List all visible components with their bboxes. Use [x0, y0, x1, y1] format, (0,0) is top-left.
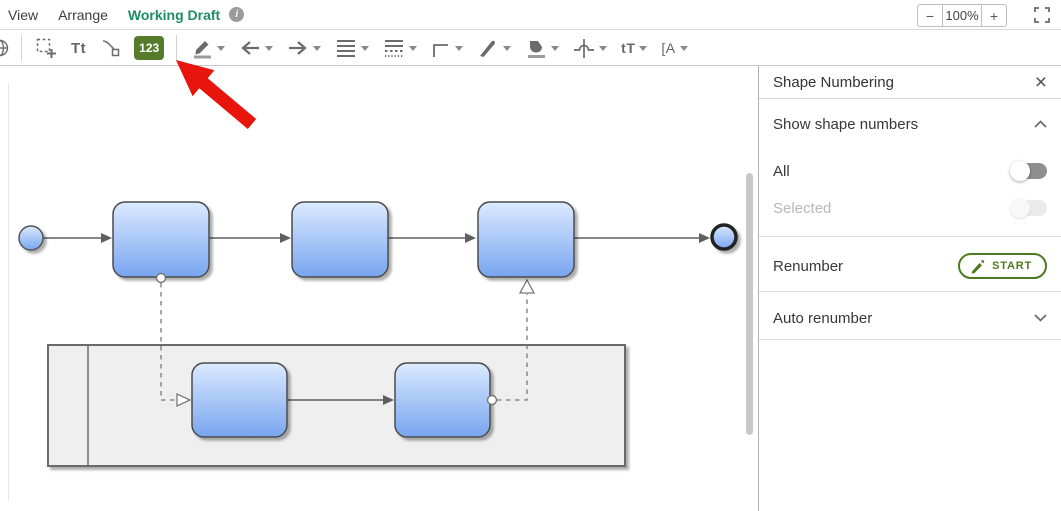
- panel-title: Shape Numbering: [773, 74, 1035, 91]
- toolbar-separator: [21, 35, 22, 61]
- task-2[interactable]: [292, 202, 388, 277]
- task-3[interactable]: [478, 202, 574, 277]
- fill-color-icon[interactable]: [525, 37, 559, 59]
- arrow-end-icon[interactable]: [287, 38, 321, 58]
- dropdown-caret: [599, 46, 607, 51]
- select-add-icon[interactable]: [36, 38, 57, 59]
- divider: [759, 236, 1061, 237]
- globe-icon[interactable]: [0, 39, 9, 57]
- zoom-out-button[interactable]: −: [918, 5, 942, 26]
- info-icon[interactable]: i: [229, 7, 244, 22]
- task-1[interactable]: [113, 202, 209, 277]
- panel-header: Shape Numbering ×: [759, 66, 1061, 99]
- toggle-knob: [1010, 161, 1030, 181]
- zoom-in-button[interactable]: +: [982, 5, 1006, 26]
- menu-view[interactable]: View: [8, 7, 38, 23]
- dropdown-caret: [313, 46, 321, 51]
- toggle-selected-label: Selected: [773, 200, 1012, 217]
- zoom-controls: − 100% +: [917, 4, 1007, 27]
- diagram-editor-app: View Arrange Working Draft i − 100% +: [0, 0, 1061, 511]
- connector-endpoint-1[interactable]: [157, 274, 166, 283]
- zoom-level[interactable]: 100%: [942, 5, 982, 26]
- dashed-connector-2-arrowhead: [520, 280, 534, 293]
- divider: [759, 339, 1061, 340]
- connector-endpoint-2[interactable]: [488, 396, 497, 405]
- pool-container[interactable]: [48, 345, 625, 466]
- row-all: All: [759, 156, 1061, 186]
- chevron-up-icon: [1034, 120, 1047, 128]
- pool-task-2[interactable]: [395, 363, 490, 437]
- edge-color-icon[interactable]: [191, 37, 225, 59]
- line-end-style-icon[interactable]: [383, 38, 417, 58]
- font-size-icon[interactable]: tT: [621, 40, 647, 56]
- dropdown-caret: [455, 46, 463, 51]
- fullscreen-icon[interactable]: [1034, 7, 1050, 23]
- diagram-canvas[interactable]: [0, 67, 758, 511]
- section-label: Auto renumber: [773, 310, 1034, 327]
- dropdown-caret: [409, 46, 417, 51]
- dropdown-caret: [217, 46, 225, 51]
- menu-bar: View Arrange Working Draft i − 100% +: [0, 0, 1061, 30]
- menu-arrange[interactable]: Arrange: [58, 7, 108, 23]
- dropdown-caret: [680, 46, 688, 51]
- pencil-icon: [970, 258, 986, 274]
- dropdown-caret: [361, 46, 369, 51]
- dropdown-caret: [265, 46, 273, 51]
- divider: [759, 291, 1061, 292]
- line-start-style-icon[interactable]: [335, 38, 369, 58]
- pen-icon[interactable]: [477, 37, 511, 59]
- renumber-label: Renumber: [773, 258, 958, 275]
- dropdown-caret: [551, 46, 559, 51]
- line-jumps-icon[interactable]: [573, 37, 607, 59]
- toggle-knob: [1010, 198, 1030, 218]
- close-icon[interactable]: ×: [1035, 72, 1047, 93]
- row-selected: Selected: [759, 193, 1061, 223]
- text-format-icon[interactable]: [A: [661, 40, 687, 56]
- shape-numbering-toolbar-button[interactable]: 123: [134, 36, 164, 60]
- dropdown-caret: [503, 46, 511, 51]
- start-button-label: START: [992, 260, 1032, 272]
- toggle-all[interactable]: [1012, 163, 1047, 179]
- font-icon[interactable]: Tt: [71, 40, 86, 57]
- section-label: Show shape numbers: [773, 116, 1034, 133]
- vertical-scrollbar[interactable]: [746, 173, 753, 435]
- section-show-shape-numbers[interactable]: Show shape numbers: [759, 110, 1061, 138]
- connector-style-icon[interactable]: [431, 38, 463, 58]
- shape-numbering-panel: Shape Numbering × Show shape numbers All…: [758, 66, 1061, 511]
- menu-working-draft[interactable]: Working Draft: [128, 7, 220, 23]
- toggle-selected[interactable]: [1012, 200, 1047, 216]
- arrow-start-icon[interactable]: [239, 38, 273, 58]
- end-event[interactable]: [712, 225, 736, 249]
- row-renumber: Renumber START: [759, 246, 1061, 286]
- section-auto-renumber[interactable]: Auto renumber: [759, 301, 1061, 335]
- chevron-down-icon: [1034, 314, 1047, 322]
- pool-task-1[interactable]: [192, 363, 287, 437]
- toolbar: Tt 123: [0, 31, 1061, 66]
- waypoints-icon[interactable]: [100, 38, 120, 58]
- renumber-start-button[interactable]: START: [958, 253, 1047, 279]
- dropdown-caret: [639, 46, 647, 51]
- toggle-all-label: All: [773, 163, 1012, 180]
- start-event[interactable]: [19, 226, 43, 250]
- toolbar-separator: [176, 35, 177, 61]
- diagram-svg: [0, 67, 758, 511]
